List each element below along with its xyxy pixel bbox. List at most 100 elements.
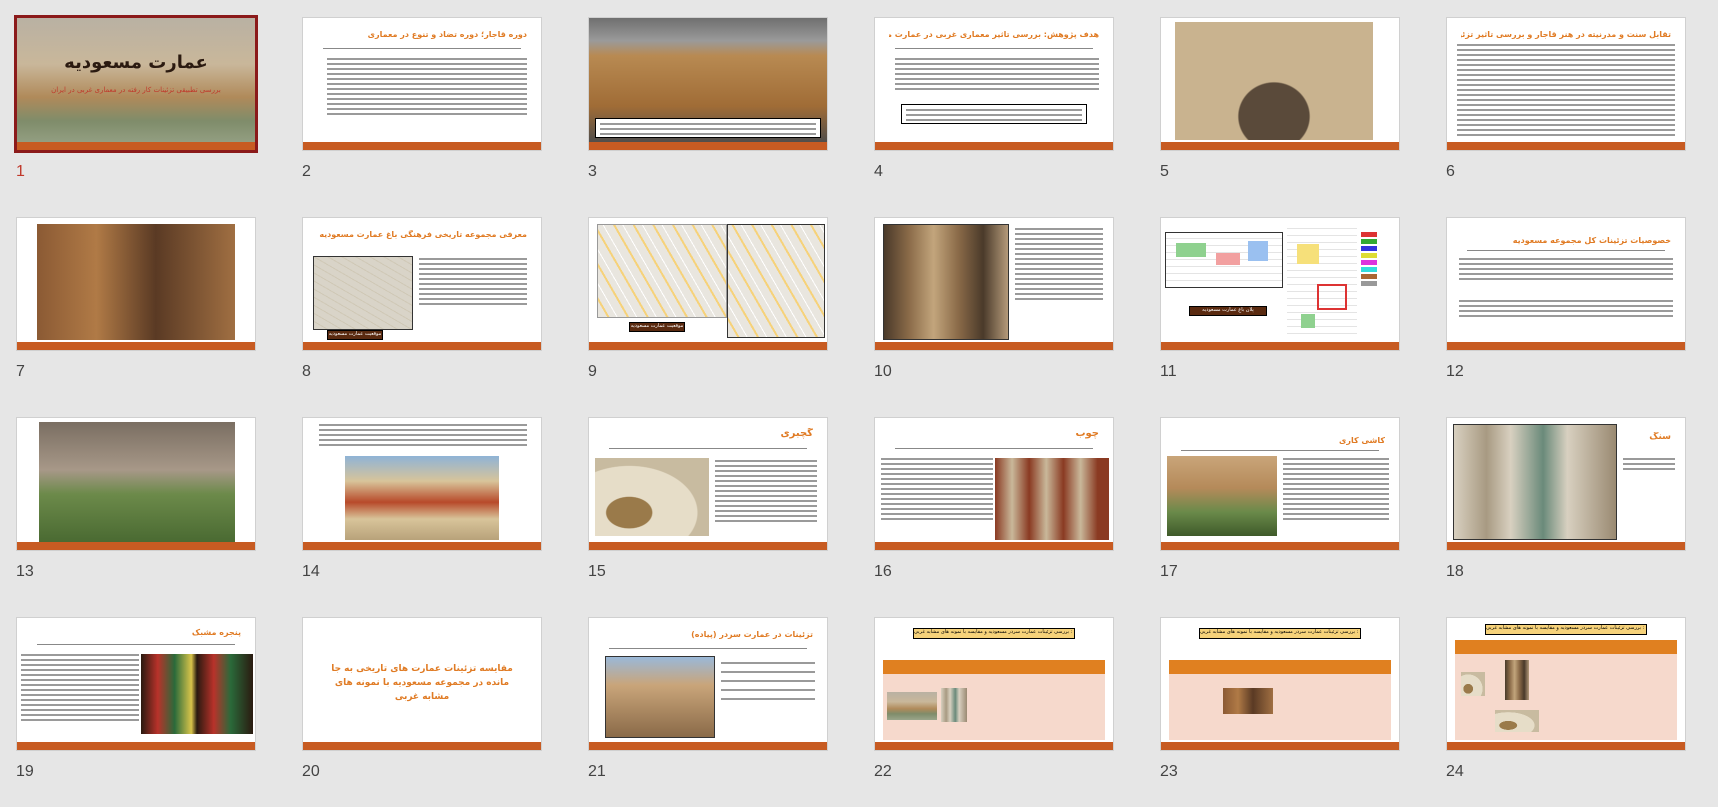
slide-thumbnail-12[interactable]: خصوصیات تزئینات کل مجموعه مسعودیه 12 [1446, 217, 1688, 407]
slide-thumbnail-24[interactable]: جدول یک : بررسی تزئینات عمارت سردر مسعود… [1446, 617, 1688, 807]
accent-bar [1447, 742, 1685, 750]
comparison-table [883, 660, 1105, 740]
body-text-lines [881, 458, 993, 520]
slide-thumbnail-8[interactable]: معرفی مجموعه تاریخی فرهنگی باغ عمارت مسع… [302, 217, 544, 407]
slide-thumbnail-6[interactable]: تقابل سنت و مدرنیته در هنر قاجار و بررسی… [1446, 17, 1688, 207]
slide-thumbnail-2[interactable]: دوره قاجار؛ دوره تضاد و تنوع در معماری 2 [302, 17, 544, 207]
slide-number: 4 [874, 163, 883, 180]
stained-glass-photo [141, 654, 253, 734]
slide-thumbnail-3[interactable]: 3 [588, 17, 830, 207]
street-map-image [727, 224, 825, 338]
plan-legend [1361, 232, 1377, 286]
slide-number: 14 [302, 563, 320, 580]
slide-number: 24 [1446, 763, 1464, 780]
accent-bar [589, 342, 827, 350]
slide-preview: عمارت مسعودیه بررسی تطبیقی تزئینات کار ر… [14, 15, 258, 153]
plan-caption: پلان باغ عمارت مسعودیه [1189, 306, 1267, 316]
title-rule [609, 448, 807, 449]
slide-thumbnail-20[interactable]: مقایسه تزئینات عمارت های تاریخی به جا ما… [302, 617, 544, 807]
title-rule [323, 48, 521, 49]
slide-preview: مقایسه تزئینات عمارت های تاریخی به جا ما… [302, 617, 542, 751]
accent-bar [303, 142, 541, 150]
city-map-image [597, 224, 727, 318]
slide-thumbnail-9[interactable]: موقعیت عمارت مسعودیه 9 [588, 217, 830, 407]
palace-photo [17, 18, 255, 150]
slide-preview: کاشی کاری [1160, 417, 1400, 551]
site-plan-image [1165, 232, 1283, 288]
slide-thumbnail-19[interactable]: پنجره مشبک 19 [16, 617, 258, 807]
slide-preview [1160, 17, 1400, 151]
floor-plan-image [1287, 224, 1357, 340]
slide-title: گچبری [780, 428, 814, 439]
title-rule [37, 644, 235, 645]
slide-thumbnail-10[interactable]: 10 [874, 217, 1116, 407]
table-photo [1505, 660, 1529, 700]
slide-thumbnail-11[interactable]: پلان باغ عمارت مسعودیه 11 [1160, 217, 1402, 407]
section-title: مقایسه تزئینات عمارت های تاریخی به جا ما… [331, 664, 513, 702]
slide-number: 21 [588, 763, 606, 780]
table-caption: جدول یک : بررسی تزئینات عمارت سردر مسعود… [1485, 624, 1647, 635]
title-rule [609, 648, 807, 649]
slide-preview: سنگ [1446, 417, 1686, 551]
slide-number: 13 [16, 563, 34, 580]
accent-bar [875, 142, 1113, 150]
slide-preview: موقعیت عمارت مسعودیه [588, 217, 828, 351]
table-header [883, 660, 1105, 674]
title-rule [895, 48, 1093, 49]
slide-preview: معرفی مجموعه تاریخی فرهنگی باغ عمارت مسع… [302, 217, 542, 351]
table-photo [1461, 672, 1485, 696]
accent-bar [875, 542, 1113, 550]
slide-number: 22 [874, 763, 892, 780]
slide-thumbnail-5[interactable]: 5 [1160, 17, 1402, 207]
doorway-photo [883, 224, 1009, 340]
slide-thumbnail-14[interactable]: 14 [302, 417, 544, 607]
table-photo [941, 688, 967, 722]
slide-number: 11 [1160, 363, 1177, 380]
body-text-lines [419, 258, 527, 305]
slide-title: پنجره مشبک [191, 628, 241, 637]
wooden-columns-photo [995, 458, 1109, 540]
stucco-photo [595, 458, 709, 536]
site-map-image [313, 256, 413, 330]
slide-thumbnail-22[interactable]: جدول یک : بررسی تزئینات عمارت سردر مسعود… [874, 617, 1116, 807]
body-text-lines [1457, 44, 1675, 136]
slide-thumbnail-23[interactable]: جدول یک : بررسی تزئینات عمارت سردر مسعود… [1160, 617, 1402, 807]
slide-title: هدف پژوهش: بررسی تاثیر معماری غربی در عم… [889, 30, 1099, 39]
slide-preview [16, 217, 256, 351]
slide-preview: تزئینات در عمارت سردر (پیاده) [588, 617, 828, 751]
table-body [1455, 654, 1677, 740]
slide-thumbnail-7[interactable]: 7 [16, 217, 258, 407]
slide-number: 12 [1446, 363, 1464, 380]
slide-thumbnail-16[interactable]: چوب 16 [874, 417, 1116, 607]
slide-preview: جدول یک : بررسی تزئینات عمارت سردر مسعود… [1160, 617, 1400, 751]
text-box [595, 118, 821, 138]
slide-thumbnail-4[interactable]: هدف پژوهش: بررسی تاثیر معماری غربی در عم… [874, 17, 1116, 207]
accent-bar [589, 542, 827, 550]
slide-number: 7 [16, 363, 25, 380]
slide-preview [588, 17, 828, 151]
table-body [883, 674, 1105, 740]
body-text-lines [1459, 258, 1673, 280]
slide-number: 3 [588, 163, 597, 180]
table-photo [887, 692, 937, 720]
slide-preview [16, 417, 256, 551]
table-caption: جدول یک : بررسی تزئینات عمارت سردر مسعود… [913, 628, 1075, 639]
slide-thumbnail-1[interactable]: عمارت مسعودیه بررسی تطبیقی تزئینات کار ر… [14, 15, 258, 207]
slide-thumbnail-21[interactable]: تزئینات در عمارت سردر (پیاده) 21 [588, 617, 830, 807]
body-text-lines [327, 58, 527, 115]
courtyard-photo [1167, 456, 1277, 536]
slide-thumbnail-15[interactable]: گچبری 15 [588, 417, 830, 607]
body-text-lines [1623, 458, 1675, 470]
text-box [901, 104, 1087, 124]
slide-thumbnail-17[interactable]: کاشی کاری 17 [1160, 417, 1402, 607]
map-caption: موقعیت عمارت مسعودیه [327, 330, 383, 340]
body-text-lines [21, 654, 139, 721]
slide-thumbnail-13[interactable]: 13 [16, 417, 258, 607]
body-text-lines-2 [1459, 300, 1673, 317]
accent-bar [589, 142, 827, 150]
slide-number: 20 [302, 763, 320, 780]
slide-number: 16 [874, 563, 892, 580]
body-text-lines [895, 58, 1099, 90]
slide-thumbnail-18[interactable]: سنگ 18 [1446, 417, 1688, 607]
table-header [1169, 660, 1391, 674]
